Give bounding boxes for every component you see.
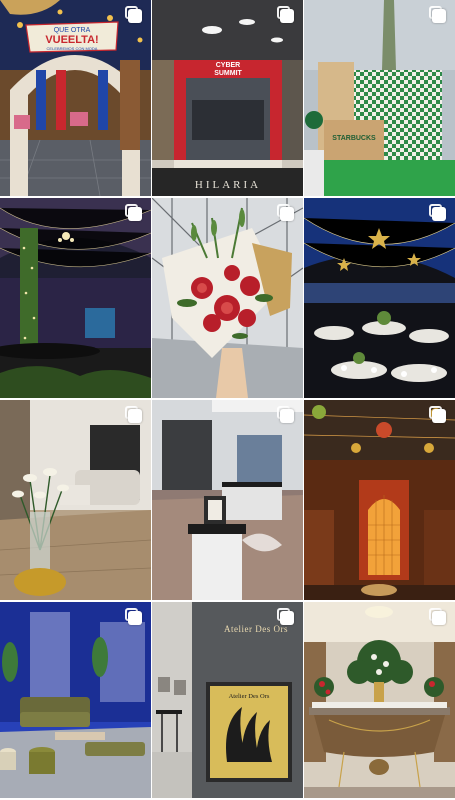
- post-12-image: [304, 602, 455, 798]
- post-2-arch-line2: SUMMIT: [214, 70, 242, 77]
- post-7[interactable]: [0, 400, 151, 600]
- carousel-icon: [429, 608, 446, 625]
- carousel-icon: [277, 608, 294, 625]
- post-1-banner-main: VUEELTA!: [45, 34, 98, 46]
- post-6-image: [304, 198, 455, 398]
- post-2-image: CYBER SUMMIT HILARIA: [152, 0, 303, 196]
- post-5-image: [152, 198, 303, 398]
- post-8[interactable]: [152, 400, 303, 600]
- carousel-icon: [125, 406, 142, 423]
- post-2-rug-text: HILARIA: [195, 179, 261, 191]
- carousel-icon: [429, 406, 446, 423]
- post-10-image: [0, 602, 151, 798]
- post-2-arch-line1: CYBER: [216, 62, 241, 69]
- post-6[interactable]: [304, 198, 455, 398]
- carousel-icon: [125, 6, 142, 23]
- post-grid: QUE OTRA VUEELTA! CELEBREMOS CON MODA CY…: [0, 0, 455, 800]
- post-1-image: QUE OTRA VUEELTA! CELEBREMOS CON MODA: [0, 0, 151, 196]
- post-9[interactable]: [304, 400, 455, 600]
- post-3[interactable]: STARBUCKS: [304, 0, 455, 196]
- carousel-icon: [277, 204, 294, 221]
- post-11-image: Atelier Des Ors Atelier Des Ors: [152, 602, 303, 798]
- post-12[interactable]: [304, 602, 455, 798]
- post-1-banner-sub: CELEBREMOS CON MODA: [47, 46, 98, 51]
- post-3-brand: STARBUCKS: [332, 135, 376, 142]
- post-3-image: STARBUCKS: [304, 0, 455, 196]
- carousel-icon: [429, 6, 446, 23]
- carousel-icon: [125, 204, 142, 221]
- post-2[interactable]: CYBER SUMMIT HILARIA: [152, 0, 303, 196]
- post-5[interactable]: [152, 198, 303, 398]
- post-1[interactable]: QUE OTRA VUEELTA! CELEBREMOS CON MODA: [0, 0, 151, 196]
- post-4[interactable]: [0, 198, 151, 398]
- post-7-image: [0, 400, 151, 600]
- carousel-icon: [429, 204, 446, 221]
- post-9-image: [304, 400, 455, 600]
- post-1-banner-top: QUE OTRA: [54, 27, 91, 34]
- post-11-sign: Atelier Des Ors: [224, 624, 288, 634]
- post-4-image: [0, 198, 151, 398]
- post-11[interactable]: Atelier Des Ors Atelier Des Ors: [152, 602, 303, 798]
- carousel-icon: [277, 6, 294, 23]
- post-10[interactable]: [0, 602, 151, 798]
- carousel-icon: [277, 406, 294, 423]
- post-8-image: [152, 400, 303, 600]
- post-11-plaque: Atelier Des Ors: [229, 693, 270, 700]
- carousel-icon: [125, 608, 142, 625]
